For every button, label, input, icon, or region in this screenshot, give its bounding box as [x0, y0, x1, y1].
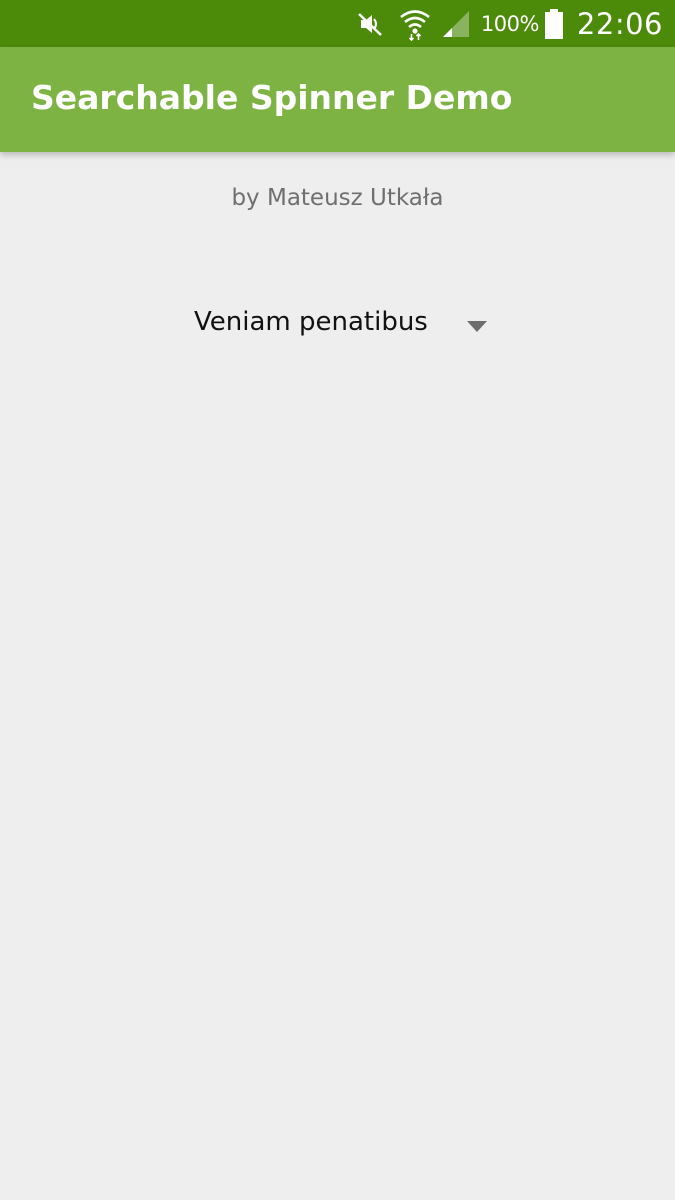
mute-icon [355, 9, 385, 39]
battery-percentage: 100% [480, 11, 540, 36]
status-clock: 22:06 [576, 6, 663, 41]
status-bar: 100% 22:06 [0, 0, 675, 47]
spinner-selected-value: Veniam penatibus [194, 307, 428, 337]
signal-icon [441, 9, 471, 39]
app-bar: Searchable Spinner Demo [0, 47, 675, 152]
author-label: by Mateusz Utkała [231, 185, 444, 211]
searchable-spinner[interactable]: Veniam penatibus [175, 300, 505, 348]
status-icons: 100% 22:06 [355, 0, 663, 47]
battery-icon [544, 8, 563, 39]
app-title: Searchable Spinner Demo [31, 78, 513, 117]
dropdown-arrow-icon [467, 317, 487, 336]
wifi-icon [399, 7, 431, 41]
